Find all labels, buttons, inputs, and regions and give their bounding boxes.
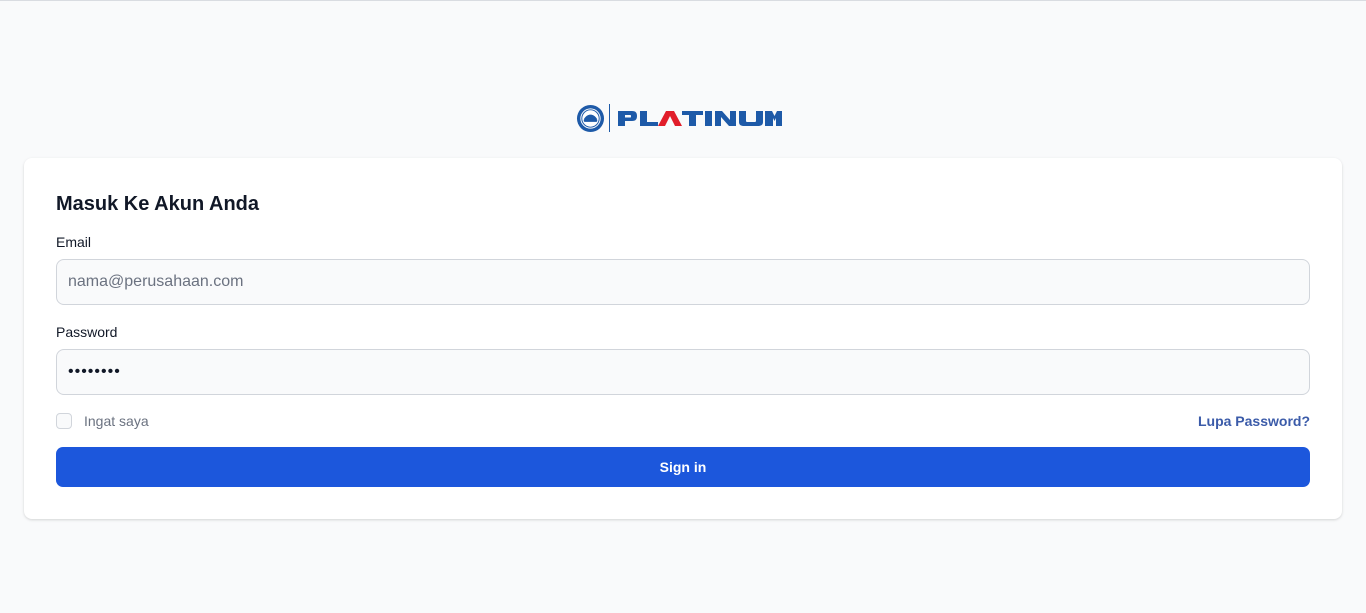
remember-checkbox[interactable] — [56, 413, 72, 429]
page-title: Masuk Ke Akun Anda — [56, 193, 259, 215]
login-card: Masuk Ke Akun Anda Email Password Ingat … — [24, 158, 1342, 519]
top-border — [0, 0, 1366, 1]
email-field[interactable] — [56, 259, 1310, 305]
emblem-icon — [576, 104, 605, 132]
brand-logo — [576, 103, 782, 133]
sign-in-button[interactable]: Sign in — [56, 447, 1310, 487]
email-label: Email — [56, 234, 92, 250]
remember-me[interactable]: Ingat saya — [56, 412, 149, 430]
logo-divider — [609, 104, 610, 132]
remember-label: Ingat saya — [84, 413, 149, 429]
platinum-wordmark — [618, 111, 782, 126]
forgot-password-link[interactable]: Lupa Password? — [1198, 413, 1310, 429]
password-label: Password — [56, 324, 118, 340]
password-field[interactable] — [56, 349, 1310, 395]
